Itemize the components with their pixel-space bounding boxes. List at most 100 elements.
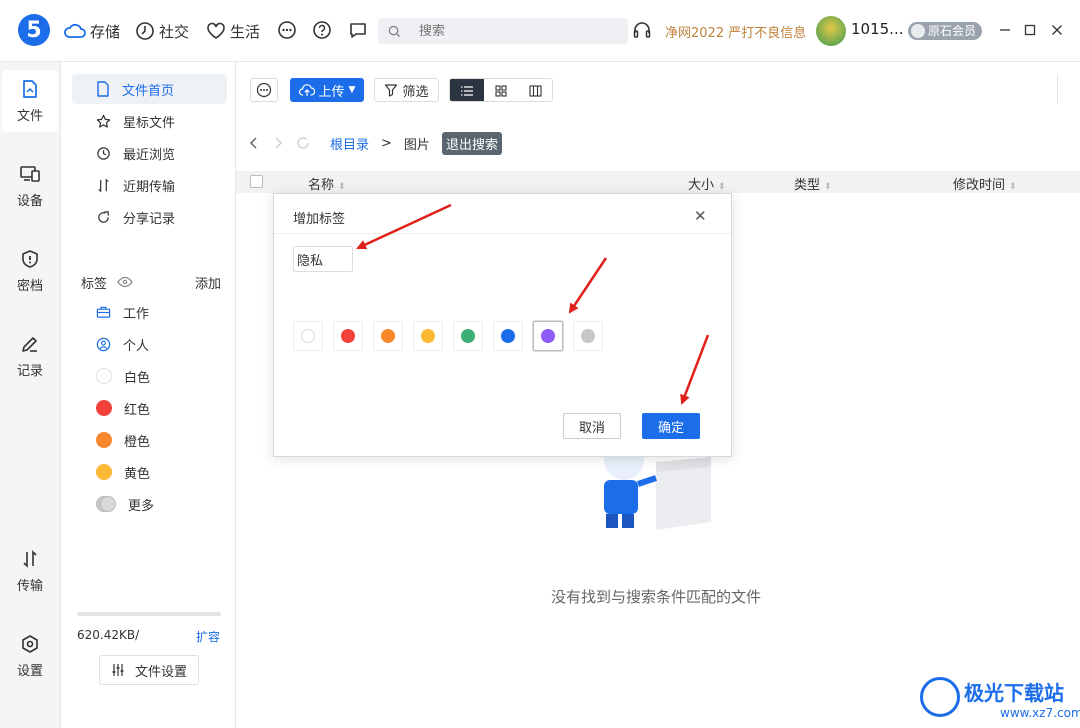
- upload-button[interactable]: 上传 ▼: [290, 78, 364, 102]
- rail-item-label: 文件: [16, 108, 43, 124]
- tag-name-input[interactable]: [293, 246, 353, 272]
- tag-item-orange[interactable]: 橙色: [72, 425, 227, 455]
- watermark-title: 极光下载站: [964, 681, 1064, 705]
- shield-icon: [22, 249, 38, 268]
- toolbar-divider: [1057, 74, 1058, 104]
- history-icon: [97, 146, 110, 160]
- sidebar-item-shares[interactable]: 分享记录: [72, 202, 227, 232]
- red-dot-icon: [96, 400, 112, 416]
- sort-icon: ⬍: [338, 182, 346, 192]
- help-icon[interactable]: [311, 19, 333, 41]
- column-header-name[interactable]: 名称 ⬍: [308, 174, 346, 193]
- vip-badge[interactable]: 原石会员: [908, 22, 983, 40]
- sidebar-item-transfers[interactable]: 近期传输: [72, 170, 227, 200]
- empty-state-text: 没有找到与搜索条件匹配的文件: [550, 588, 761, 606]
- expand-storage-link[interactable]: 扩容: [196, 628, 220, 645]
- headset-icon[interactable]: [631, 19, 653, 41]
- column-header-modified[interactable]: 修改时间 ⬍: [953, 174, 1017, 193]
- upload-label: 上传: [318, 84, 345, 100]
- select-all-checkbox[interactable]: [250, 175, 263, 188]
- rail-item-devices[interactable]: 设备: [0, 155, 60, 217]
- color-swatch-blue[interactable]: [493, 321, 523, 351]
- briefcase-icon: [96, 306, 111, 318]
- tag-item-more[interactable]: 更多: [72, 489, 227, 519]
- nav-life[interactable]: 生活: [206, 19, 260, 43]
- app-logo[interactable]: 5: [18, 14, 50, 46]
- file-settings-button[interactable]: 文件设置: [99, 655, 199, 685]
- tag-item-label: 黄色: [124, 466, 151, 482]
- rail-item-files[interactable]: 文件: [2, 70, 58, 132]
- list-view-icon[interactable]: [450, 79, 484, 101]
- confirm-button[interactable]: 确定: [642, 413, 700, 439]
- minimize-icon[interactable]: [995, 20, 1015, 40]
- dialog-close-icon[interactable]: ✕: [694, 207, 707, 225]
- filter-button[interactable]: 筛选: [374, 78, 439, 102]
- cancel-button[interactable]: 取消: [563, 413, 621, 439]
- breadcrumb-root[interactable]: 根目录: [330, 134, 369, 153]
- sidebar-item-home[interactable]: 文件首页: [72, 74, 227, 104]
- sidebar-item-label: 星标文件: [123, 115, 176, 131]
- color-swatch-red[interactable]: [333, 321, 363, 351]
- yellow-dot-icon: [96, 464, 112, 480]
- gear-icon: [22, 634, 38, 653]
- add-tag-dialog: 增加标签 ✕ 取消 确定: [273, 193, 732, 457]
- tag-item-label: 个人: [123, 338, 150, 354]
- color-swatch-yellow[interactable]: [413, 321, 443, 351]
- tag-item-label: 更多: [128, 498, 155, 514]
- more-icon[interactable]: [276, 19, 298, 41]
- storage-progress: [77, 612, 221, 616]
- watermark-url: www.xz7.com: [1000, 706, 1080, 720]
- tag-item-yellow[interactable]: 黄色: [72, 457, 227, 487]
- rail-item-label: 密档: [16, 278, 43, 294]
- sidebar-item-recent[interactable]: 最近浏览: [72, 138, 227, 168]
- column-header-size[interactable]: 大小 ⬍: [688, 174, 726, 193]
- sidebar-item-starred[interactable]: 星标文件: [72, 106, 227, 136]
- rail-item-settings[interactable]: 设置: [0, 625, 60, 687]
- search-box[interactable]: [378, 18, 628, 44]
- color-swatch-green[interactable]: [453, 321, 483, 351]
- color-swatch-gray[interactable]: [573, 321, 603, 351]
- eye-icon[interactable]: [117, 276, 133, 288]
- column-header-type[interactable]: 类型 ⬍: [794, 174, 832, 193]
- maximize-icon[interactable]: [1020, 20, 1040, 40]
- column-view-icon[interactable]: [518, 79, 552, 101]
- username[interactable]: 1015...: [851, 20, 903, 38]
- file-settings-label: 文件设置: [134, 664, 187, 680]
- color-swatch-white[interactable]: [293, 321, 323, 351]
- add-tag-button[interactable]: 添加: [195, 273, 221, 292]
- avatar[interactable]: [816, 16, 846, 46]
- rail-item-label: 设置: [16, 663, 43, 679]
- table-header: 名称 ⬍ 大小 ⬍ 类型 ⬍ 修改时间 ⬍: [236, 171, 1080, 193]
- transfer-icon: [98, 177, 109, 193]
- star-icon: [96, 114, 111, 128]
- nav-storage[interactable]: 存储: [64, 19, 120, 43]
- upload-cloud-icon: [298, 84, 315, 96]
- close-icon[interactable]: [1047, 20, 1067, 40]
- person-icon: [96, 337, 111, 351]
- rail-item-label: 传输: [16, 578, 43, 594]
- forward-icon[interactable]: [272, 136, 284, 150]
- tag-item-personal[interactable]: 个人: [72, 329, 227, 359]
- message-icon[interactable]: [347, 19, 369, 41]
- tag-item-work[interactable]: 工作: [72, 297, 227, 327]
- promo-link[interactable]: 净网2022 严打不良信息: [665, 22, 806, 41]
- pen-icon: [22, 336, 37, 352]
- tag-item-label: 白色: [124, 370, 151, 386]
- tag-item-red[interactable]: 红色: [72, 393, 227, 423]
- more-actions-button[interactable]: [250, 78, 278, 102]
- back-icon[interactable]: [248, 136, 260, 150]
- rail-item-notes[interactable]: 记录: [0, 325, 60, 387]
- color-swatch-purple[interactable]: [533, 321, 563, 351]
- nav-social[interactable]: 社交: [135, 19, 189, 43]
- clock-icon: [136, 22, 154, 40]
- rail-item-vault[interactable]: 密档: [0, 240, 60, 302]
- sort-icon: ⬍: [824, 182, 832, 192]
- grid-view-icon[interactable]: [484, 79, 518, 101]
- color-swatch-orange[interactable]: [373, 321, 403, 351]
- search-input[interactable]: [419, 23, 599, 39]
- rail-item-transfer[interactable]: 传输: [0, 540, 60, 602]
- tags-title: 标签: [81, 276, 108, 292]
- refresh-icon[interactable]: [296, 136, 310, 150]
- exit-search-button[interactable]: 退出搜索: [441, 131, 502, 155]
- tag-item-white[interactable]: 白色: [72, 361, 227, 391]
